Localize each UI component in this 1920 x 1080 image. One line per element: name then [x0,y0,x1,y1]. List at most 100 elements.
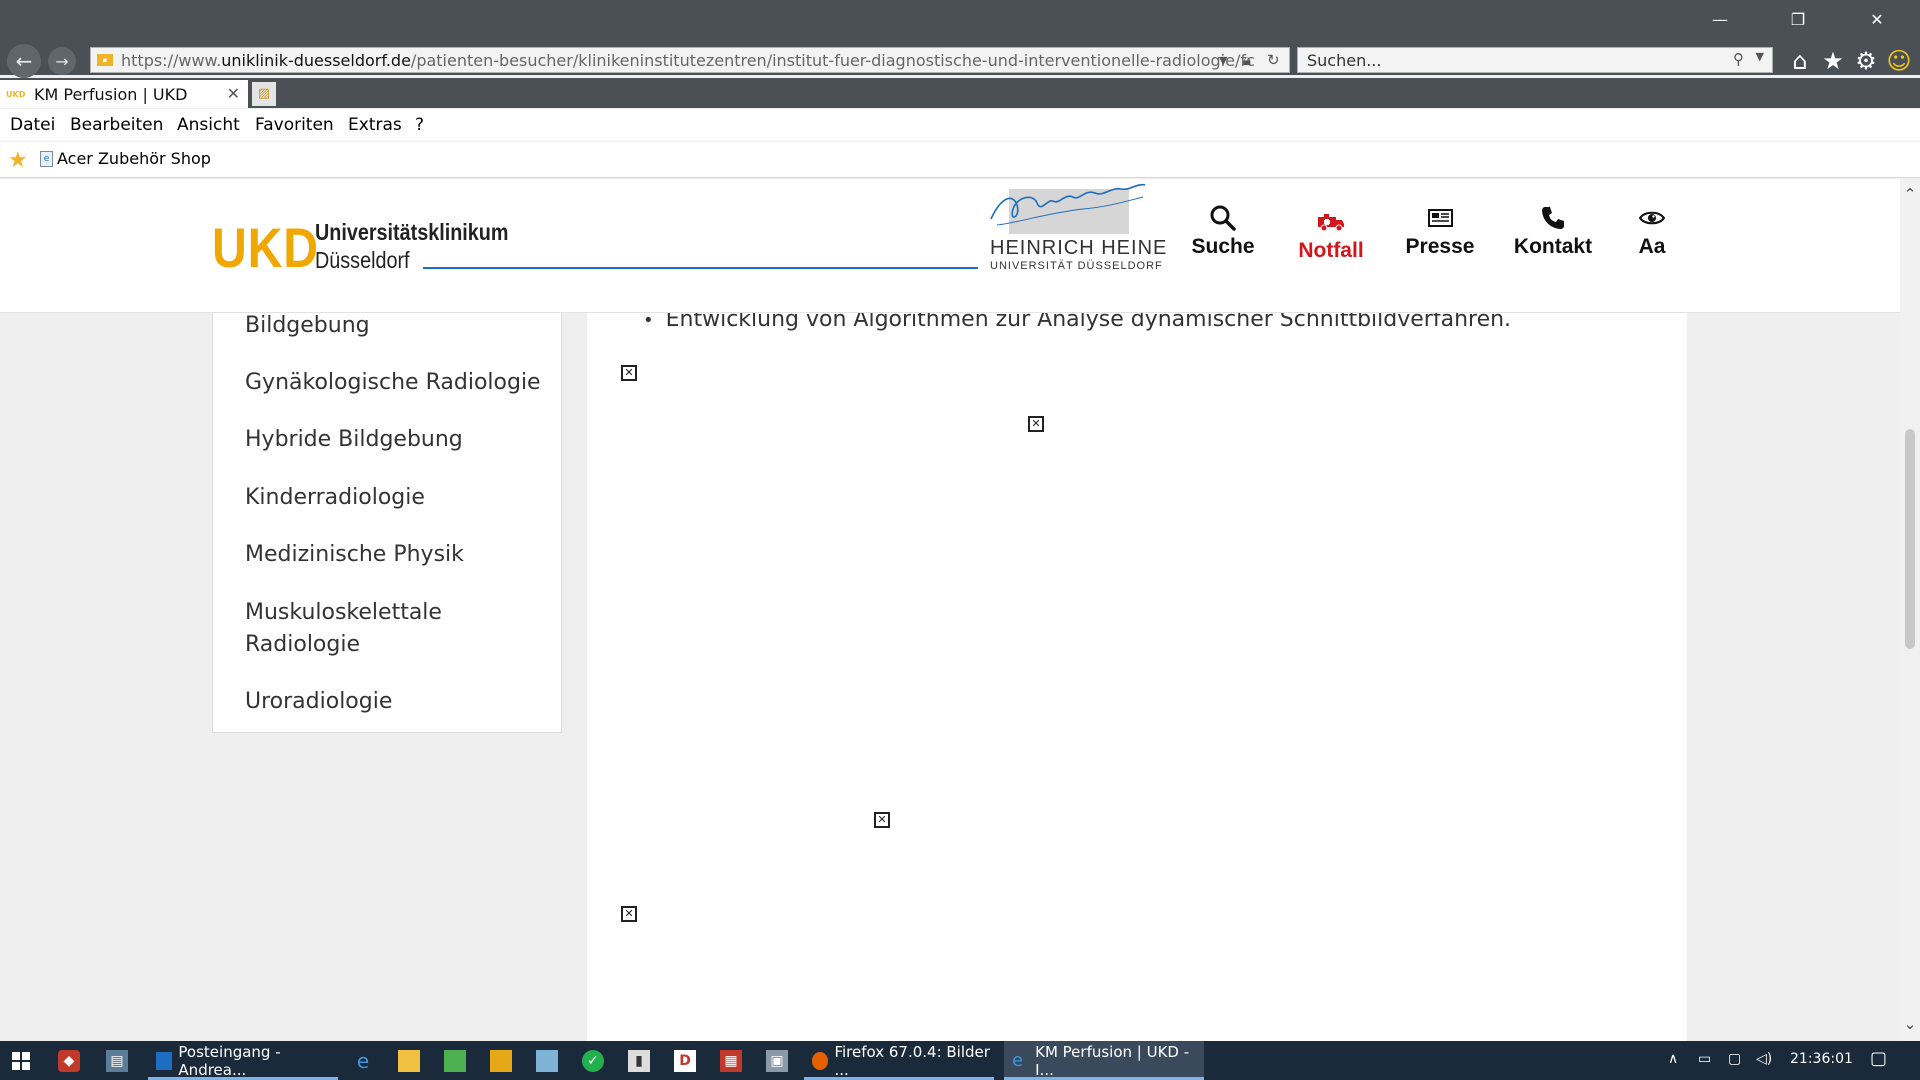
nav-label: Kontakt [1513,235,1593,258]
nav-label: Presse [1405,235,1475,258]
scroll-down-icon[interactable]: ⌄ [1900,1015,1920,1033]
close-window-icon[interactable]: ✕ [1862,10,1892,29]
sidebar-item-kinderradiologie[interactable]: Kinderradiologie [245,482,425,514]
minimize-icon[interactable]: — [1705,10,1735,29]
menu-help[interactable]: ? [415,115,424,135]
nav-presse[interactable]: Presse [1404,201,1476,259]
battery-icon[interactable]: ▭ [1698,1051,1711,1067]
add-favorites-star-icon[interactable]: ★ [8,148,28,173]
broken-image-icon: ✕ [874,812,890,828]
taskbar-task-ie[interactable]: e KM Perfusion | UKD - I... [1004,1041,1204,1080]
eye-icon [1638,211,1666,225]
arrow-right-icon: → [55,51,69,71]
ambulance-icon [1318,214,1344,232]
outlook-icon [156,1051,173,1070]
app-icon[interactable]: ▮ [628,1050,650,1072]
nav-label: Suche [1191,235,1255,258]
task-label: Posteingang - Andrea... [178,1042,281,1079]
network-icon[interactable]: ▢ [1728,1051,1741,1067]
page-viewport: Bildgebung Gynäkologische Radiologie Hyb… [0,179,1900,1041]
sidebar-item-gynaekologische-radiologie[interactable]: Gynäkologische Radiologie [245,367,541,399]
windows-start-icon[interactable] [10,1050,32,1072]
back-button[interactable]: ← [7,44,41,78]
search-icon [1210,205,1236,231]
menu-favoriten[interactable]: Favoriten [255,115,334,135]
newspaper-icon [1428,209,1453,227]
page-icon: e [40,150,53,167]
menu-ansicht[interactable]: Ansicht [177,115,240,135]
search-dropdown-icon[interactable]: ▼ [1756,50,1764,63]
firefox-icon [812,1051,829,1070]
sidebar-item-uroradiologie[interactable]: Uroradiologie [245,686,392,718]
menu-datei[interactable]: Datei [10,115,55,135]
checkmark-app-icon[interactable]: ✓ [582,1050,604,1072]
app-icon[interactable]: ▣ [766,1050,788,1072]
nav-kontakt[interactable]: Kontakt [1510,201,1596,259]
taskbar-task-firefox[interactable]: Firefox 67.0.4: Bilder ... [804,1041,994,1080]
menu-extras[interactable]: Extras [348,115,402,135]
app-icon[interactable]: ◆ [58,1050,80,1072]
phone-icon [1542,207,1564,229]
app-icon[interactable] [536,1050,558,1072]
browser-search-input[interactable]: Suchen... ⚲ ▼ [1297,47,1773,73]
page-scrollbar[interactable]: ⌃ ⌄ [1900,179,1920,1041]
address-bar[interactable]: ▪ https://www. uniklinik-duesseldorf.de/p… [90,47,1290,73]
favorites-bar [0,142,1920,178]
url-host: uniklinik-duesseldorf.de [221,50,411,70]
nav-notfall[interactable]: Notfall [1294,205,1368,263]
new-tab-button[interactable]: ▨ [252,82,276,106]
forward-button[interactable]: → [48,47,76,75]
settings-gear-icon[interactable]: ⚙ [1851,47,1881,75]
scroll-up-icon[interactable]: ⌃ [1900,185,1920,203]
sidebar-item-bildgebung[interactable]: Bildgebung [245,310,370,342]
favorite-label: Acer Zubehör Shop [57,149,211,168]
tray-chevron-icon[interactable]: ∧ [1668,1051,1678,1067]
arrow-left-icon: ← [15,49,33,73]
address-dropdown-icon[interactable]: ▼ [1219,54,1227,67]
clock[interactable]: 21:36:01 [1790,1051,1853,1067]
home-icon[interactable]: ⌂ [1785,47,1815,75]
sidebar-item-muskuloskelettale-radiologie[interactable]: Muskuloskelettale Radiologie [245,597,475,661]
nav-label: Notfall [1298,239,1364,262]
app-icon[interactable]: ▤ [106,1050,128,1072]
partner-name: HEINRICH HEINE [990,237,1168,259]
notifications-icon[interactable]: ▢ [1870,1048,1887,1069]
site-header: UKD Universitätsklinikum Düsseldorf HEIN… [0,179,1900,313]
refresh-icon[interactable]: ↻ [1267,51,1280,69]
app-icon[interactable]: D [674,1050,696,1072]
sidebar-item-medizinische-physik[interactable]: Medizinische Physik [245,539,464,571]
restore-icon[interactable]: ❐ [1783,10,1813,29]
menu-bearbeiten[interactable]: Bearbeiten [70,115,163,135]
new-tab-icon: ▨ [257,86,271,101]
app-icon[interactable]: ▦ [720,1050,742,1072]
browser-titlebar [0,0,1920,44]
tab-km-perfusion[interactable]: UKD KM Perfusion | UKD ✕ [0,80,248,108]
tab-close-icon[interactable]: ✕ [227,84,240,103]
task-label: KM Perfusion | UKD - I... [1035,1042,1190,1079]
nav-suche[interactable]: Suche [1190,201,1256,259]
app-icon[interactable] [444,1050,466,1072]
broken-image-icon: ✕ [621,365,637,381]
favorites-star-icon[interactable]: ★ [1818,47,1848,75]
logo-line2: Düsseldorf [315,247,410,273]
url-path: /patienten-besucher/klinikeninstitutezen… [410,50,1255,70]
search-icon[interactable]: ⚲ [1733,50,1744,68]
edge-icon[interactable]: e [352,1049,374,1073]
bullet-dot: • [643,310,654,331]
smiley-feedback-icon[interactable]: ☺ [1884,47,1914,75]
scrollbar-thumb[interactable] [1905,429,1915,649]
favorite-acer-shop[interactable]: e Acer Zubehör Shop [40,149,211,168]
logo-line1: Universitätsklinikum [315,219,509,245]
broken-image-icon: ✕ [621,906,637,922]
broken-image-icon: ✕ [1028,416,1044,432]
sidebar-item-hybride-bildgebung[interactable]: Hybride Bildgebung [245,424,463,456]
ukd-logo[interactable]: UKD [212,215,319,280]
nav-accessibility[interactable]: Aa [1632,201,1672,259]
app-icon[interactable] [490,1050,512,1072]
url-prefix: https://www. [121,50,222,70]
taskbar-task-outlook[interactable]: Posteingang - Andrea... [148,1041,338,1080]
volume-icon[interactable]: ◁) [1756,1051,1772,1067]
lock-icon[interactable]: 🔒︎ [1243,51,1251,69]
tab-title: KM Perfusion | UKD [34,84,188,104]
file-explorer-icon[interactable] [398,1050,420,1072]
